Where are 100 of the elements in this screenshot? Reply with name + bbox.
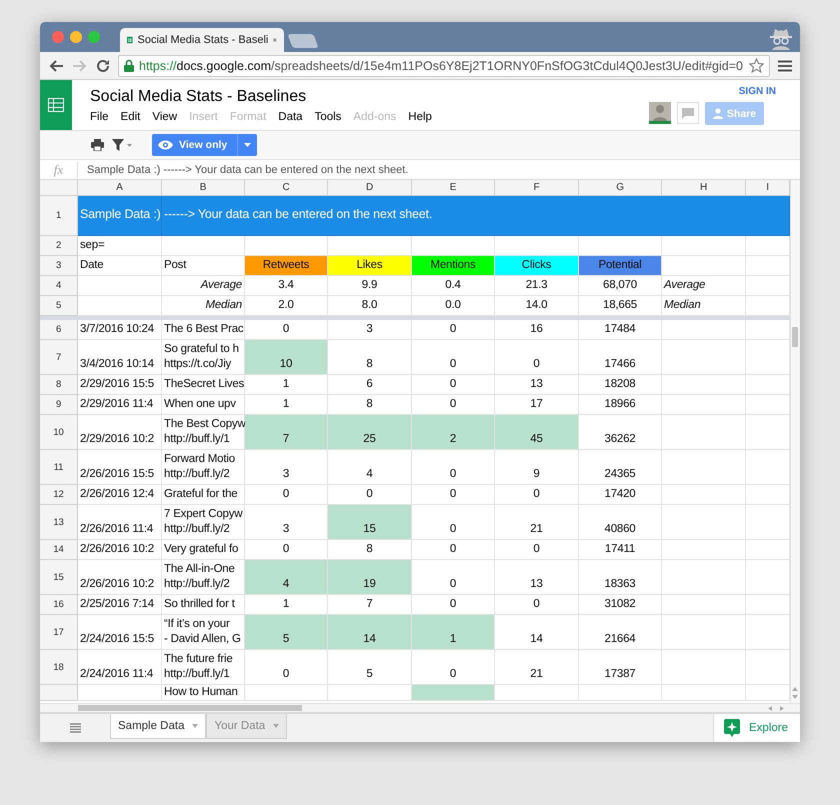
- menu-item[interactable]: Data: [272, 111, 309, 123]
- row-number[interactable]: 9: [40, 395, 78, 415]
- table-cell: sep=: [78, 236, 162, 256]
- incognito-icon: [768, 26, 794, 50]
- table-cell: 7 Expert Copyw http://buff.ly/2: [162, 505, 245, 540]
- sign-in-link[interactable]: SIGN IN: [738, 86, 776, 97]
- row-number[interactable]: 7: [40, 340, 78, 375]
- table-cell: 14: [495, 615, 579, 650]
- filter-icon[interactable]: [112, 139, 132, 151]
- table-cell: 13: [495, 375, 579, 395]
- browser-tab[interactable]: Social Media Stats - Baseli: [120, 28, 284, 52]
- column-header[interactable]: G: [579, 180, 662, 196]
- table-cell: 17466: [579, 340, 662, 375]
- caret-icon: [192, 724, 198, 728]
- row-number[interactable]: 8: [40, 375, 78, 395]
- table-cell: 0.4: [412, 276, 495, 296]
- table-cell: 2/26/2016 10:2: [78, 560, 162, 595]
- row-number[interactable]: 11: [40, 450, 78, 485]
- row-header[interactable]: [40, 685, 78, 701]
- table-cell: Very grateful fo: [162, 540, 245, 560]
- scroll-up-icon[interactable]: [791, 685, 799, 693]
- horizontal-scrollbar[interactable]: [40, 703, 800, 712]
- row-number[interactable]: 12: [40, 485, 78, 505]
- table-cell: 21.3: [495, 276, 579, 296]
- lock-icon: [124, 59, 134, 72]
- table-cell: 7: [245, 415, 328, 450]
- row-number[interactable]: 13: [40, 505, 78, 540]
- table-cell: 3/4/2016 10:14: [78, 340, 162, 375]
- comment-button[interactable]: [677, 102, 699, 124]
- document-title: Social Media Stats - Baselines: [90, 88, 306, 106]
- column-header[interactable]: I: [746, 180, 790, 196]
- menu-item[interactable]: File: [84, 111, 115, 123]
- table-cell: 14: [328, 615, 412, 650]
- table-cell: 5: [328, 650, 412, 685]
- tab-title: Social Media Stats - Baseli: [138, 34, 268, 46]
- menu-item[interactable]: Tools: [308, 111, 348, 123]
- row-number[interactable]: 3: [40, 256, 78, 276]
- scroll-down-icon[interactable]: [791, 693, 799, 701]
- spreadsheet-icon: [48, 98, 64, 112]
- menu-item[interactable]: Help: [402, 111, 438, 123]
- sparkle-icon: [724, 719, 740, 737]
- scrollbar-thumb[interactable]: [78, 705, 302, 711]
- star-icon[interactable]: [749, 58, 764, 73]
- row-number[interactable]: 5: [40, 296, 78, 316]
- vertical-scrollbar[interactable]: [790, 180, 800, 703]
- url-text: https://docs.google.com/spreadsheets/d/15e4m11POs6Y8Ej2T1ORNY0FnSfOG3tCdul4Q0Jest3U/edit#gid=0: [139, 58, 744, 72]
- table-cell: The future frie http://buff.ly/1: [162, 650, 245, 685]
- comment-icon: [682, 108, 694, 118]
- sheet-list-icon[interactable]: [70, 723, 80, 733]
- row-number[interactable]: 16: [40, 595, 78, 615]
- row-number[interactable]: 17: [40, 615, 78, 650]
- new-tab-button[interactable]: [287, 34, 319, 48]
- reload-icon[interactable]: [96, 58, 110, 72]
- window-zoom-button[interactable]: [88, 31, 100, 43]
- column-title: Clicks: [495, 256, 579, 276]
- scrollbar-thumb[interactable]: [792, 327, 798, 347]
- menu-item[interactable]: View: [146, 111, 184, 123]
- table-cell: 16: [495, 320, 579, 340]
- table-cell: 25: [328, 415, 412, 450]
- row-number[interactable]: 14: [40, 540, 78, 560]
- view-only-button[interactable]: View only: [152, 134, 258, 156]
- caret-icon: [244, 143, 252, 147]
- sheet-tab[interactable]: Sample Data: [110, 714, 206, 739]
- menu-icon[interactable]: [778, 60, 792, 72]
- column-header[interactable]: E: [412, 180, 495, 196]
- table-cell: 3.4: [245, 276, 328, 296]
- column-header[interactable]: B: [162, 180, 245, 196]
- row-number[interactable]: 10: [40, 415, 78, 450]
- close-icon[interactable]: [273, 36, 277, 44]
- forward-icon[interactable]: [72, 58, 88, 72]
- window-minimize-button[interactable]: [70, 31, 82, 43]
- column-title: Mentions: [412, 256, 495, 276]
- column-header[interactable]: D: [328, 180, 412, 196]
- table-cell: 1: [245, 375, 328, 395]
- table-cell: 1: [412, 615, 495, 650]
- table-cell: 0: [495, 540, 579, 560]
- table-cell: 0: [245, 650, 328, 685]
- row-number[interactable]: 15: [40, 560, 78, 595]
- table-cell: 18363: [579, 560, 662, 595]
- column-header[interactable]: C: [245, 180, 328, 196]
- row-number[interactable]: 2: [40, 236, 78, 256]
- select-all-corner[interactable]: [40, 180, 78, 196]
- column-header[interactable]: H: [662, 180, 746, 196]
- column-header[interactable]: F: [495, 180, 579, 196]
- table-cell: 18966: [579, 395, 662, 415]
- column-header[interactable]: A: [78, 180, 162, 196]
- column-title: Likes: [328, 256, 412, 276]
- window-close-button[interactable]: [52, 31, 64, 43]
- address-bar[interactable]: https://docs.google.com/spreadsheets/d/15e4m11POs6Y8Ej2T1ORNY0FnSfOG3tCdul4Q0Jest3U/edit#gid=0: [118, 54, 770, 76]
- explore-button[interactable]: Explore: [713, 714, 800, 742]
- row-number[interactable]: 6: [40, 320, 78, 340]
- row-number[interactable]: 18: [40, 650, 78, 685]
- table-cell: 2/24/2016 15:5: [78, 615, 162, 650]
- table-cell: 24365: [579, 450, 662, 485]
- row-number[interactable]: 4: [40, 276, 78, 296]
- back-icon[interactable]: [48, 58, 64, 72]
- table-cell: Average: [662, 276, 746, 296]
- menu-item[interactable]: Edit: [114, 111, 146, 123]
- print-icon[interactable]: [91, 139, 104, 151]
- row-number[interactable]: 1: [40, 196, 78, 236]
